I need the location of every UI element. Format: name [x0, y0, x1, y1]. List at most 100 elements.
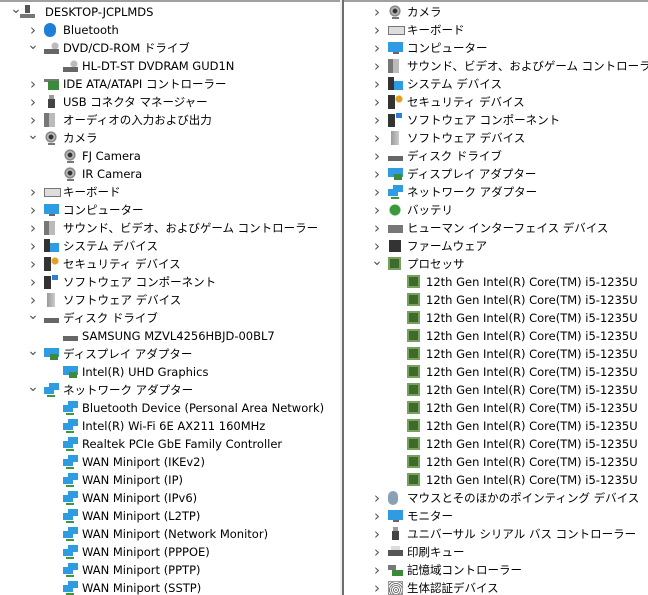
tree-item[interactable]: SAMSUNG MZVL4256HBJD-00BL7	[0, 327, 340, 345]
tree-item[interactable]: ⌄ ネットワーク アダプター	[0, 380, 340, 399]
chevron-right-icon[interactable]: ›	[27, 237, 39, 255]
chevron-right-icon[interactable]: ›	[371, 525, 383, 543]
chevron-right-icon[interactable]: ›	[371, 75, 383, 93]
tree-item[interactable]: 12th Gen Intel(R) Core(TM) i5-1235U	[344, 327, 648, 345]
tree-item[interactable]: 12th Gen Intel(R) Core(TM) i5-1235U	[344, 399, 648, 417]
tree-item[interactable]: WAN Miniport (Network Monitor)	[0, 525, 340, 543]
chevron-right-icon[interactable]: ›	[371, 3, 383, 21]
tree-item[interactable]: › キーボード	[344, 21, 648, 39]
chevron-down-icon[interactable]: ⌄	[27, 128, 39, 147]
chevron-right-icon[interactable]: ›	[27, 255, 39, 273]
tree-item[interactable]: WAN Miniport (L2TP)	[0, 507, 340, 525]
tree-item[interactable]: WAN Miniport (SSTP)	[0, 579, 340, 595]
tree-item[interactable]: 12th Gen Intel(R) Core(TM) i5-1235U	[344, 345, 648, 363]
chevron-right-icon[interactable]: ›	[27, 273, 39, 291]
tree-item[interactable]: › 生体認証デバイス	[344, 579, 648, 595]
tree-item[interactable]: › カメラ	[344, 3, 648, 21]
tree-item[interactable]: › サウンド、ビデオ、およびゲーム コントローラー	[0, 219, 340, 237]
tree-item[interactable]: › 記憶域コントローラー	[344, 561, 648, 579]
tree-item[interactable]: › バッテリ	[344, 201, 648, 219]
tree-item[interactable]: › キーボード	[0, 183, 340, 201]
chevron-down-icon[interactable]: ⌄	[27, 308, 39, 327]
chevron-right-icon[interactable]: ›	[27, 219, 39, 237]
chevron-right-icon[interactable]: ›	[371, 165, 383, 183]
tree-item[interactable]: 12th Gen Intel(R) Core(TM) i5-1235U	[344, 273, 648, 291]
tree-item[interactable]: › システム デバイス	[0, 237, 340, 255]
tree-root[interactable]: ⌄ DESKTOP-JCPLMDS	[0, 2, 340, 21]
chevron-right-icon[interactable]: ›	[371, 57, 383, 75]
tree-item[interactable]: › IDE ATA/ATAPI コントローラー	[0, 75, 340, 93]
tree-item[interactable]: › セキュリティ デバイス	[0, 255, 340, 273]
chevron-right-icon[interactable]: ›	[371, 489, 383, 507]
tree-item[interactable]: › USB コネクタ マネージャー	[0, 93, 340, 111]
tree-item[interactable]: FJ Camera	[0, 147, 340, 165]
tree-item[interactable]: › ファームウェア	[344, 237, 648, 255]
tree-item[interactable]: › ソフトウェア デバイス	[344, 129, 648, 147]
tree-item[interactable]: › ソフトウェア デバイス	[0, 291, 340, 309]
chevron-right-icon[interactable]: ›	[27, 93, 39, 111]
tree-item[interactable]: ⌄ プロセッサ	[344, 254, 648, 273]
tree-item[interactable]: › ネットワーク アダプター	[344, 183, 648, 201]
tree-item[interactable]: › 印刷キュー	[344, 543, 648, 561]
tree-item[interactable]: WAN Miniport (IP)	[0, 471, 340, 489]
chevron-right-icon[interactable]: ›	[27, 75, 39, 93]
chevron-right-icon[interactable]: ›	[371, 543, 383, 561]
tree-item[interactable]: WAN Miniport (IPv6)	[0, 489, 340, 507]
chevron-right-icon[interactable]: ›	[371, 507, 383, 525]
tree-item[interactable]: 12th Gen Intel(R) Core(TM) i5-1235U	[344, 291, 648, 309]
chevron-right-icon[interactable]: ›	[27, 201, 39, 219]
tree-item[interactable]: ⌄ ディスク ドライブ	[0, 308, 340, 327]
chevron-right-icon[interactable]: ›	[371, 21, 383, 39]
chevron-right-icon[interactable]: ›	[371, 201, 383, 219]
tree-item[interactable]: 12th Gen Intel(R) Core(TM) i5-1235U	[344, 363, 648, 381]
chevron-down-icon[interactable]: ⌄	[27, 344, 39, 363]
tree-item[interactable]: › システム デバイス	[344, 75, 648, 93]
tree-item[interactable]: › コンピューター	[0, 201, 340, 219]
tree-item[interactable]: 12th Gen Intel(R) Core(TM) i5-1235U	[344, 309, 648, 327]
tree-item[interactable]: Intel(R) UHD Graphics	[0, 363, 340, 381]
tree-item[interactable]: ⌄ カメラ	[0, 128, 340, 147]
chevron-down-icon[interactable]: ⌄	[371, 254, 383, 273]
tree-item[interactable]: 12th Gen Intel(R) Core(TM) i5-1235U	[344, 453, 648, 471]
chevron-right-icon[interactable]: ›	[371, 183, 383, 201]
tree-item[interactable]: ⌄ DVD/CD-ROM ドライブ	[0, 38, 340, 57]
tree-item[interactable]: › ディスク ドライブ	[344, 147, 648, 165]
tree-item[interactable]: › ソフトウェア コンポーネント	[344, 111, 648, 129]
tree-item[interactable]: Bluetooth Device (Personal Area Network)	[0, 399, 340, 417]
tree-item[interactable]: HL-DT-ST DVDRAM GUD1N	[0, 57, 340, 75]
chevron-right-icon[interactable]: ›	[27, 183, 39, 201]
tree-item[interactable]: › セキュリティ デバイス	[344, 93, 648, 111]
chevron-right-icon[interactable]: ›	[371, 147, 383, 165]
tree-item[interactable]: WAN Miniport (IKEv2)	[0, 453, 340, 471]
chevron-down-icon[interactable]: ⌄	[27, 380, 39, 399]
chevron-right-icon[interactable]: ›	[371, 219, 383, 237]
chevron-right-icon[interactable]: ›	[371, 561, 383, 579]
tree-item[interactable]: › サウンド、ビデオ、およびゲーム コントローラー	[344, 57, 648, 75]
tree-item-label: システム デバイス	[63, 239, 158, 253]
chevron-down-icon[interactable]: ⌄	[27, 38, 39, 57]
chevron-right-icon[interactable]: ›	[371, 39, 383, 57]
tree-item[interactable]: › マウスとそのほかのポインティング デバイス	[344, 489, 648, 507]
tree-item[interactable]: 12th Gen Intel(R) Core(TM) i5-1235U	[344, 381, 648, 399]
tree-item[interactable]: ⌄ ディスプレイ アダプター	[0, 344, 340, 363]
tree-item[interactable]: 12th Gen Intel(R) Core(TM) i5-1235U	[344, 435, 648, 453]
chevron-right-icon[interactable]: ›	[371, 93, 383, 111]
tree-item[interactable]: › ユニバーサル シリアル バス コントローラー	[344, 525, 648, 543]
chevron-right-icon[interactable]: ›	[371, 129, 383, 147]
tree-item[interactable]: › ソフトウェア コンポーネント	[0, 273, 340, 291]
tree-item[interactable]: › Bluetooth	[0, 21, 340, 39]
tree-item[interactable]: 12th Gen Intel(R) Core(TM) i5-1235U	[344, 471, 648, 489]
tree-item[interactable]: 12th Gen Intel(R) Core(TM) i5-1235U	[344, 417, 648, 435]
tree-item[interactable]: › ヒューマン インターフェイス デバイス	[344, 219, 648, 237]
tree-item[interactable]: WAN Miniport (PPPOE)	[0, 543, 340, 561]
tree-item[interactable]: › オーディオの入力および出力	[0, 111, 340, 129]
tree-item[interactable]: IR Camera	[0, 165, 340, 183]
tree-item[interactable]: Intel(R) Wi-Fi 6E AX211 160MHz	[0, 417, 340, 435]
tree-item[interactable]: › ディスプレイ アダプター	[344, 165, 648, 183]
chevron-right-icon[interactable]: ›	[371, 579, 383, 595]
tree-item[interactable]: › モニター	[344, 507, 648, 525]
tree-item[interactable]: WAN Miniport (PPTP)	[0, 561, 340, 579]
tree-item[interactable]: Realtek PCIe GbE Family Controller	[0, 435, 340, 453]
chevron-right-icon[interactable]: ›	[371, 111, 383, 129]
tree-item[interactable]: › コンピューター	[344, 39, 648, 57]
